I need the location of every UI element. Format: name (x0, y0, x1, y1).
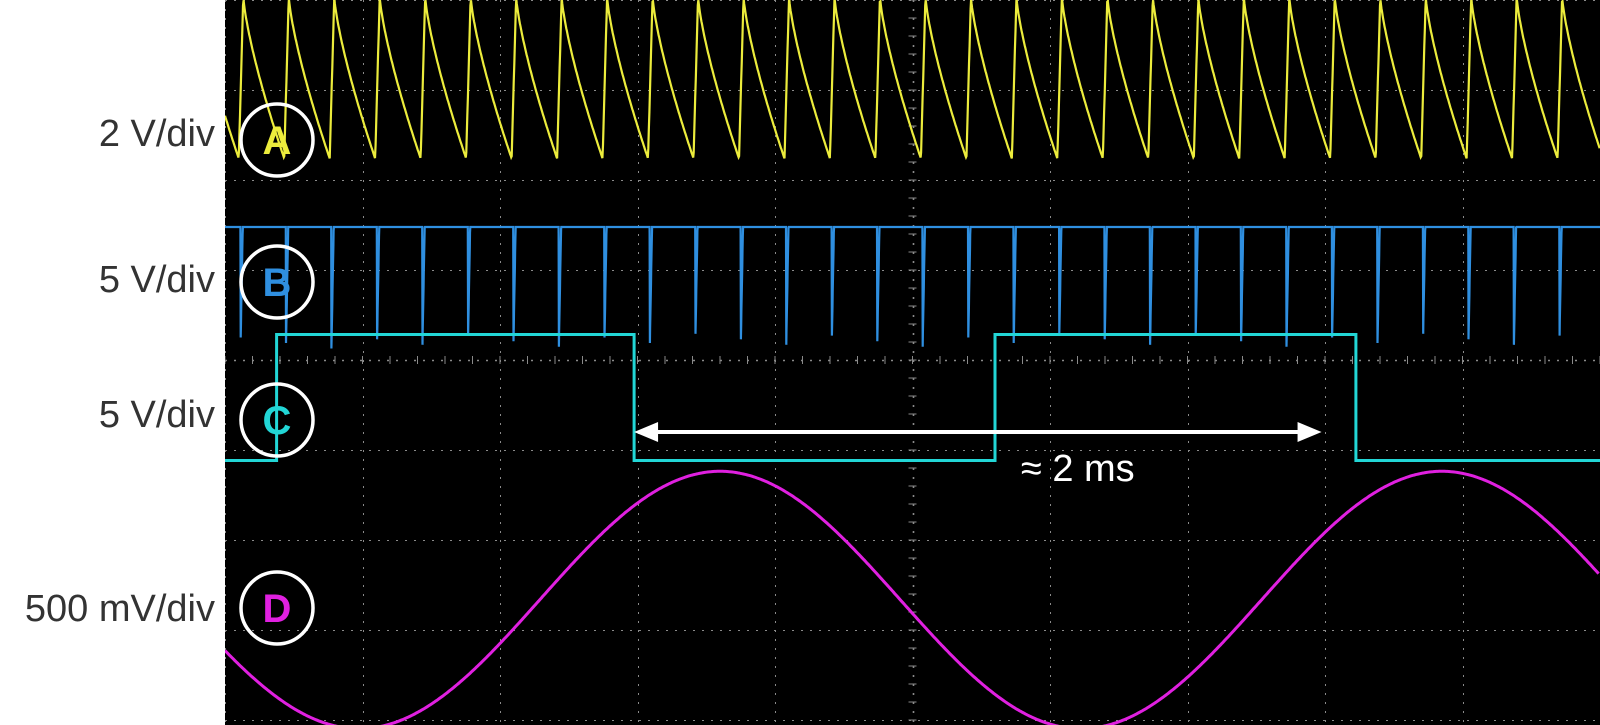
channel-marker-letter: B (263, 261, 292, 305)
channel-marker-letter: A (263, 119, 292, 163)
period-label: ≈ 2 ms (1021, 448, 1135, 490)
channel-scale-d: 500 mV/div (24, 588, 215, 630)
channel-scale-a: 2 V/div (98, 113, 215, 155)
oscilloscope-display: A B C D ≈ 2 ms (225, 0, 1600, 725)
channel-scale-b: 5 V/div (98, 259, 215, 301)
channel-marker-letter: D (263, 587, 292, 631)
channel-marker-letter: C (263, 399, 292, 443)
channel-scale-c: 5 V/div (98, 394, 215, 436)
